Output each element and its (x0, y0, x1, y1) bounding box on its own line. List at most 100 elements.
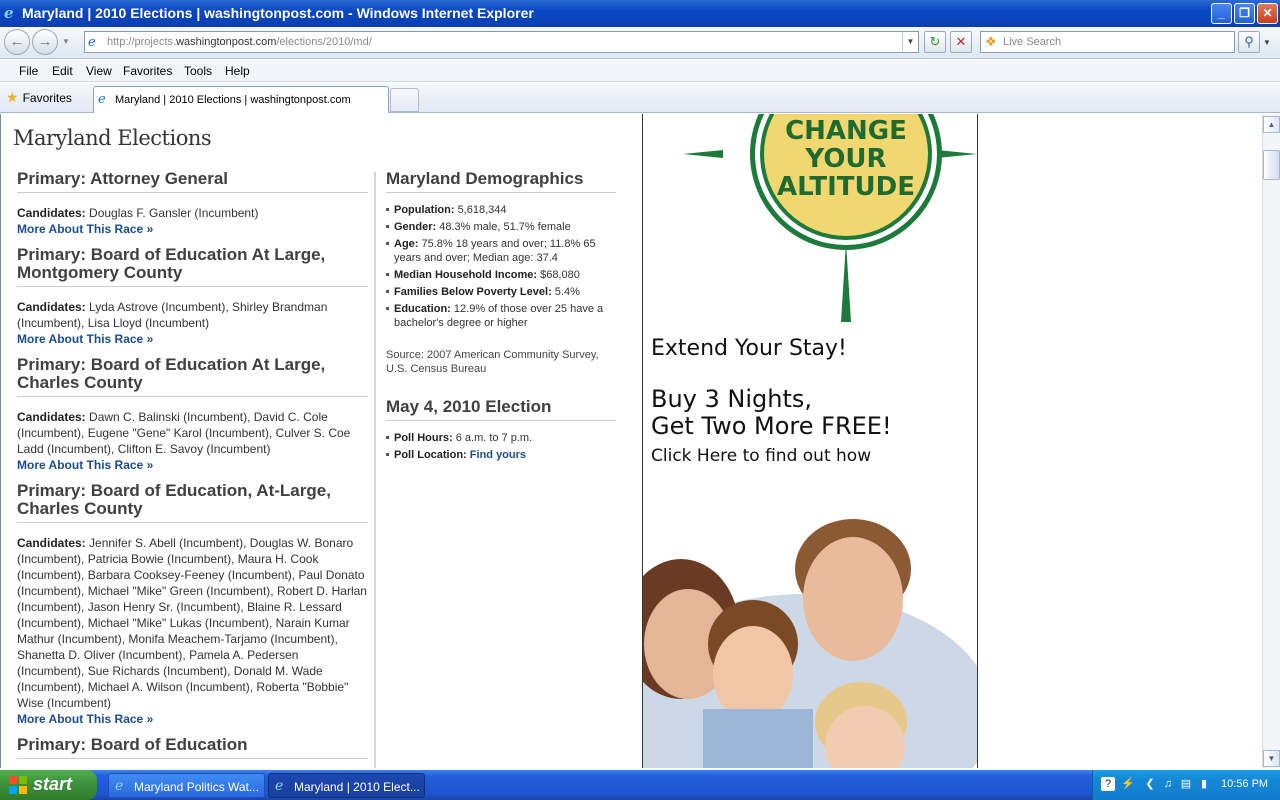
demographic-item: Median Household Income: $68,080 (386, 268, 616, 282)
compass-logo: CHANGE YOUR ALTITUDE (683, 114, 977, 322)
poll-hours: Poll Hours: 6 a.m. to 7 p.m. (386, 431, 616, 445)
search-options-icon[interactable]: ▼ (1263, 38, 1271, 47)
family-photo (643, 519, 977, 768)
scroll-up-icon[interactable]: ▲ (1263, 116, 1280, 133)
system-tray: ? ⚡ ❮ ♫ ▤ ▮ 10:56 PM (1092, 770, 1280, 800)
tab-ie-icon: e (98, 92, 106, 107)
taskbar-item-label: Maryland | 2010 Elect... (294, 780, 420, 794)
signal-icon[interactable]: ▮ (1197, 777, 1211, 791)
poll-location: Poll Location: Find yours (386, 448, 616, 462)
scroll-thumb[interactable] (1263, 150, 1280, 180)
demographic-item: Population: 5,618,344 (386, 203, 616, 217)
race-item: Primary: Board of Education At Large, Mo… (17, 246, 368, 347)
power-icon[interactable]: ⚡ (1121, 777, 1135, 791)
race-candidates: Candidates: Lyda Astrove (Incumbent), Sh… (17, 300, 328, 330)
live-search-icon: ❖ (985, 34, 997, 49)
search-input[interactable]: ❖ Live Search (980, 31, 1235, 53)
address-toolbar: ← → ▼ e http://projects.washingtonpost.c… (0, 27, 1280, 59)
race-heading: Primary: Board of Education (17, 736, 368, 759)
menu-edit[interactable]: Edit (52, 64, 73, 78)
stop-icon[interactable]: ✕ (950, 31, 972, 53)
address-url: http://projects.washingtonpost.com/elect… (107, 36, 372, 48)
windows-logo-icon (9, 776, 28, 794)
taskbar-item-label: Maryland Politics Wat... (134, 780, 259, 794)
race-item: Primary: Board of Education At Large, Ch… (17, 356, 368, 473)
election-info-list: Poll Hours: 6 a.m. to 7 p.m. Poll Locati… (386, 431, 616, 462)
menu-bar: File Edit View Favorites Tools Help (0, 60, 1280, 82)
expand-tray-icon[interactable]: ❮ (1143, 777, 1157, 791)
compass-text-3: ALTITUDE (777, 172, 915, 202)
search-placeholder: Live Search (1003, 36, 1062, 48)
race-heading: Primary: Board of Education At Large, Mo… (17, 246, 368, 287)
menu-view[interactable]: View (86, 64, 112, 78)
maximize-button[interactable]: ❐ (1234, 3, 1255, 24)
clock: 10:56 PM (1221, 778, 1269, 790)
race-heading: Primary: Board of Education, At-Large, C… (17, 482, 368, 523)
menu-help[interactable]: Help (225, 64, 250, 78)
search-icon[interactable]: ⚲ (1238, 31, 1260, 53)
demographic-item: Education: 12.9% of those over 25 have a… (386, 302, 616, 330)
race-candidates: Candidates: Jennifer S. Abell (Incumbent… (17, 536, 367, 710)
race-item: Primary: Board of Education (17, 736, 368, 759)
favorites-label: Favorites (22, 91, 72, 105)
race-heading: Primary: Attorney General (17, 170, 368, 193)
menu-favorites[interactable]: Favorites (123, 64, 172, 78)
help-icon[interactable]: ? (1101, 777, 1115, 791)
election-heading: May 4, 2010 Election (386, 398, 616, 421)
demographic-item: Families Below Poverty Level: 5.4% (386, 285, 616, 299)
menu-tools[interactable]: Tools (184, 64, 212, 78)
page-title: Maryland Elections (13, 126, 212, 150)
volume-icon[interactable]: ♫ (1161, 777, 1175, 791)
menu-file[interactable]: File (19, 64, 38, 78)
start-label: start (33, 774, 73, 794)
ad-graphic: CHANGE YOUR ALTITUDE (643, 114, 977, 768)
taskbar-item-active[interactable]: e Maryland | 2010 Elect... (268, 773, 425, 798)
more-about-race-link[interactable]: More About This Race » (17, 457, 368, 473)
find-poll-link[interactable]: Find yours (470, 449, 526, 461)
network-icon[interactable]: ▤ (1179, 777, 1193, 791)
column-divider (374, 172, 376, 768)
page-viewport: Maryland Elections Primary: Attorney Gen… (0, 114, 1262, 768)
favorites-bar: ★ Favorites e Maryland | 2010 Elections |… (0, 83, 1280, 113)
start-button[interactable]: start (0, 770, 97, 800)
race-item: Primary: Attorney General Candidates: Do… (17, 170, 368, 237)
tab-active[interactable]: e Maryland | 2010 Elections | washington… (93, 86, 389, 113)
close-button[interactable]: ✕ (1257, 3, 1278, 24)
demographics-source: Source: 2007 American Community Survey, … (386, 349, 599, 375)
race-candidates: Candidates: Dawn C. Balinski (Incumbent)… (17, 410, 351, 456)
race-heading: Primary: Board of Education At Large, Ch… (17, 356, 368, 397)
taskbar-item[interactable]: e Maryland Politics Wat... (108, 773, 265, 798)
demographics-heading: Maryland Demographics (386, 170, 616, 193)
recent-pages-dropdown-icon[interactable]: ▼ (62, 37, 70, 46)
address-dropdown-icon[interactable]: ▼ (902, 32, 918, 52)
more-about-race-link[interactable]: More About This Race » (17, 711, 368, 727)
back-button[interactable]: ← (4, 29, 30, 55)
more-about-race-link[interactable]: More About This Race » (17, 331, 368, 347)
ad-offer-line-1: Buy 3 Nights, (651, 385, 813, 413)
window-titlebar: e Maryland | 2010 Elections | washington… (0, 0, 1280, 27)
tab-title: Maryland | 2010 Elections | washingtonpo… (115, 94, 351, 106)
ad-call-to-action: Click Here to find out how (651, 446, 872, 466)
ad-headline: Extend Your Stay! (651, 336, 847, 361)
ie-icon: e (275, 778, 284, 794)
star-icon: ★ (6, 89, 19, 105)
more-about-race-link[interactable]: More About This Race » (17, 221, 368, 237)
ie-icon: e (115, 778, 124, 794)
favorites-button[interactable]: ★ Favorites (6, 89, 72, 106)
address-input[interactable]: e http://projects.washingtonpost.com/ele… (84, 31, 919, 53)
demographics-list: Population: 5,618,344 Gender: 48.3% male… (386, 203, 616, 330)
races-column: Primary: Attorney General Candidates: Do… (17, 170, 368, 768)
window-title: Maryland | 2010 Elections | washingtonpo… (22, 5, 534, 21)
page-icon: e (88, 35, 96, 50)
taskbar: start e Maryland Politics Wat... e Maryl… (0, 770, 1280, 800)
refresh-icon[interactable]: ↻ (924, 31, 946, 53)
race-candidates: Candidates: Douglas F. Gansler (Incumben… (17, 206, 259, 220)
forward-button[interactable]: → (32, 29, 58, 55)
vertical-scrollbar[interactable]: ▲ ▼ (1262, 114, 1280, 768)
hotel-advertisement[interactable]: CHANGE YOUR ALTITUDE Extend Your Stay! B… (642, 114, 978, 768)
race-item: Primary: Board of Education, At-Large, C… (17, 482, 368, 727)
new-tab-button[interactable] (390, 88, 419, 112)
info-column: Maryland Demographics Population: 5,618,… (386, 170, 616, 465)
scroll-down-icon[interactable]: ▼ (1263, 750, 1280, 767)
minimize-button[interactable]: _ (1211, 3, 1232, 24)
